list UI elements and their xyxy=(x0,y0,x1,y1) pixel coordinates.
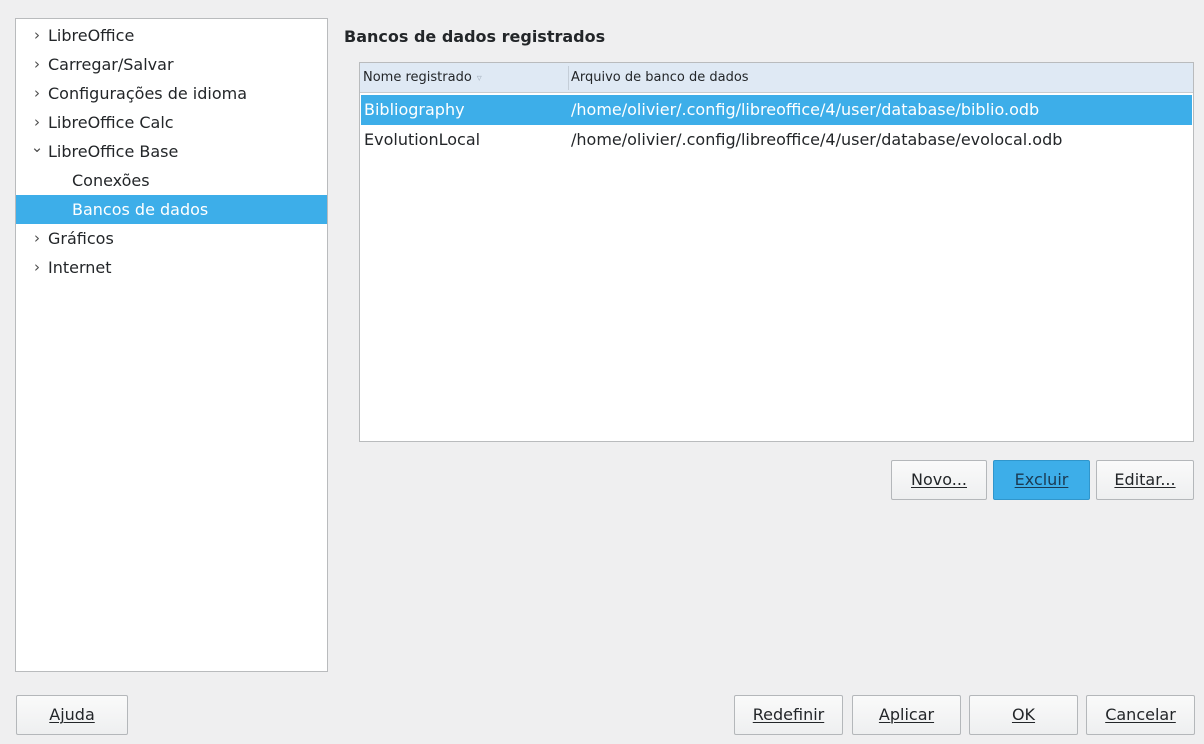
registered-databases-table[interactable]: Nome registrado ▿ Arquivo de banco de dad… xyxy=(359,62,1194,442)
table-row[interactable]: Bibliography /home/olivier/.config/libre… xyxy=(361,95,1192,125)
cell-registered-name: EvolutionLocal xyxy=(364,130,481,149)
tree-item-label: Bancos de dados xyxy=(72,200,209,219)
new-button[interactable]: Novo... xyxy=(891,460,987,500)
chevron-right-icon[interactable]: › xyxy=(30,253,44,282)
ok-button[interactable]: OK xyxy=(969,695,1078,735)
chevron-right-icon[interactable]: › xyxy=(30,79,44,108)
tree-item-label: Gráficos xyxy=(48,229,114,248)
sort-descending-icon: ▿ xyxy=(476,73,482,84)
tree-item-label: Carregar/Salvar xyxy=(48,55,174,74)
tree-item-connections[interactable]: Conexões xyxy=(16,166,327,195)
tree-item-label: Configurações de idioma xyxy=(48,84,248,103)
chevron-right-icon[interactable]: › xyxy=(30,224,44,253)
chevron-right-icon[interactable]: › xyxy=(30,21,44,50)
tree-item-label: LibreOffice Base xyxy=(48,142,179,161)
help-button[interactable]: Ajuda xyxy=(16,695,128,735)
column-divider[interactable] xyxy=(568,66,569,90)
edit-button[interactable]: Editar... xyxy=(1096,460,1194,500)
column-header-database-file[interactable]: Arquivo de banco de dados xyxy=(571,63,749,92)
tree-item-label: LibreOffice xyxy=(48,26,135,45)
cancel-button[interactable]: Cancelar xyxy=(1086,695,1195,735)
cell-database-file: /home/olivier/.config/libreoffice/4/user… xyxy=(571,130,1063,149)
tree-item-libreoffice-calc[interactable]: › LibreOffice Calc xyxy=(16,108,327,137)
tree-item-load-save[interactable]: › Carregar/Salvar xyxy=(16,50,327,79)
tree-item-libreoffice-base[interactable]: ⌄ LibreOffice Base xyxy=(16,137,327,166)
chevron-right-icon[interactable]: › xyxy=(30,50,44,79)
tree-item-libreoffice[interactable]: › LibreOffice xyxy=(16,21,327,50)
options-tree: › LibreOffice › Carregar/Salvar › Config… xyxy=(15,18,328,672)
tree-item-label: Internet xyxy=(48,258,112,277)
apply-button[interactable]: Aplicar xyxy=(852,695,961,735)
table-row[interactable]: EvolutionLocal /home/olivier/.config/lib… xyxy=(361,125,1192,155)
tree-item-label: LibreOffice Calc xyxy=(48,113,174,132)
tree-item-language-settings[interactable]: › Configurações de idioma xyxy=(16,79,327,108)
cell-database-file: /home/olivier/.config/libreoffice/4/user… xyxy=(571,100,1040,119)
cell-registered-name: Bibliography xyxy=(364,100,465,119)
tree-item-label: Conexões xyxy=(72,171,150,190)
column-header-label: Arquivo de banco de dados xyxy=(571,70,749,85)
delete-button[interactable]: Excluir xyxy=(993,460,1090,500)
tree-item-internet[interactable]: › Internet xyxy=(16,253,327,282)
chevron-down-icon[interactable]: ⌄ xyxy=(30,133,44,162)
section-title: Bancos de dados registrados xyxy=(344,27,606,46)
tree-item-charts[interactable]: › Gráficos xyxy=(16,224,327,253)
table-header: Nome registrado ▿ Arquivo de banco de dad… xyxy=(360,63,1193,93)
reset-button[interactable]: Redefinir xyxy=(734,695,843,735)
tree-item-databases[interactable]: Bancos de dados xyxy=(16,195,327,224)
column-header-registered-name[interactable]: Nome registrado ▿ xyxy=(363,63,482,92)
column-header-label: Nome registrado xyxy=(363,70,472,85)
